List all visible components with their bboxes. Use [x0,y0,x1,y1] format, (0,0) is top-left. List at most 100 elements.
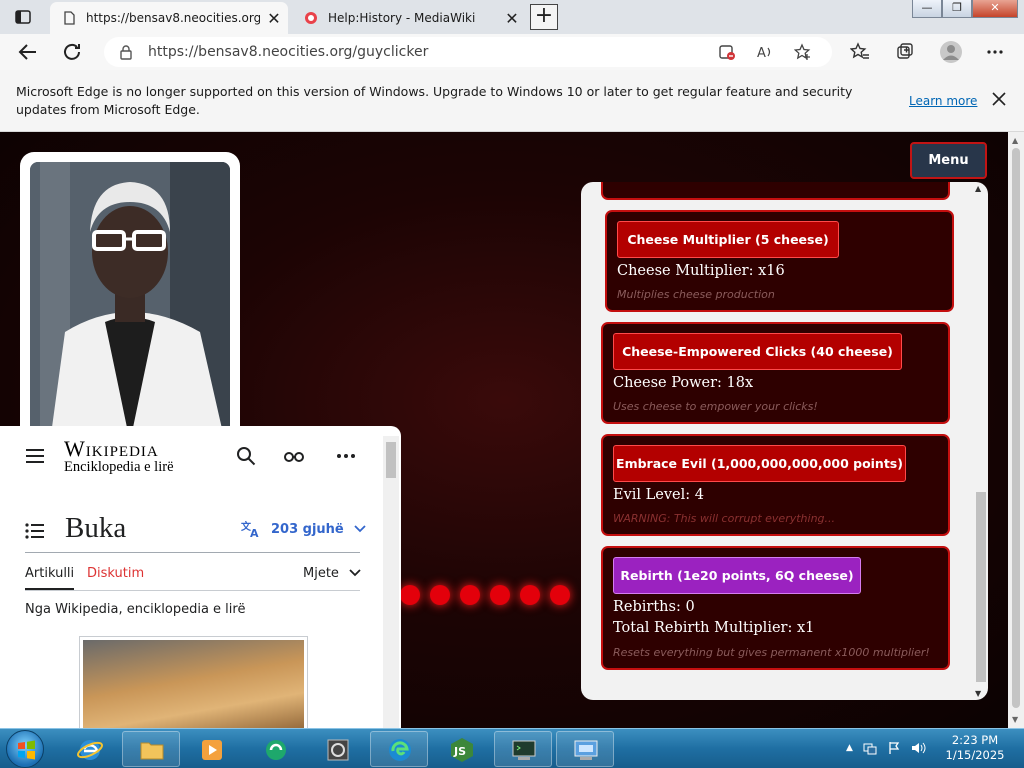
url-field[interactable]: https://bensav8.neocities.org/guyclicker… [104,37,832,67]
browser-tab-strip: https://bensav8.neocities.org/guyc ✕ Hel… [0,0,1024,34]
divider [25,552,360,553]
system-clock[interactable]: 2:23 PM 1/15/2025 [940,733,1010,763]
tab-guyclicker[interactable]: https://bensav8.neocities.org/guyc ✕ [50,2,288,34]
scrollbar-thumb[interactable] [1012,148,1020,708]
blocked-popup-icon[interactable] [718,43,736,61]
windows-logo-icon [18,740,35,760]
taskbar-internet-explorer[interactable] [60,731,118,767]
upgrade-card-rebirth: Rebirth (1e20 points, 6Q cheese) Rebirth… [601,546,950,670]
url-text: https://bensav8.neocities.org/guyclicker [148,44,429,60]
profile-avatar-icon[interactable] [939,40,963,64]
scroll-up-icon[interactable]: ▲ [1012,136,1018,145]
language-selector[interactable]: 文 A 203 gjuhë [241,520,367,538]
media-player-icon [202,740,222,760]
tab-mediawiki-history[interactable]: Help:History - MediaWiki ✕ [292,2,526,34]
red-dot [460,585,480,605]
scrollbar-thumb[interactable] [976,492,986,682]
embrace-evil-button[interactable]: Embrace Evil (1,000,000,000,000 points) [613,445,906,482]
scroll-down-icon[interactable]: ▼ [1012,715,1018,724]
reading-glasses-icon[interactable] [283,446,305,466]
favorites-icon[interactable] [850,42,870,62]
system-tray: ▲ [846,741,927,755]
upgrade-value: Cheese Multiplier: x16 [617,263,785,279]
guy-portrait-image[interactable] [30,162,230,442]
translate-icon: 文 A [241,520,259,538]
tab-close-icon[interactable]: ✕ [260,9,288,28]
red-dot [490,585,510,605]
action-center-flag-icon[interactable] [887,741,901,755]
cheese-empowered-clicks-button[interactable]: Cheese-Empowered Clicks (40 cheese) [613,333,902,370]
chevron-down-icon [349,569,361,577]
tab-actions-icon[interactable] [14,8,32,26]
taskbar-remote-desktop[interactable] [556,731,614,767]
close-icon[interactable] [990,90,1008,108]
tools-dropdown[interactable]: Mjete [303,566,363,581]
game-page: Menu Cheese Multiplier (5 cheese) Cheese… [0,132,1008,728]
close-window-button[interactable]: ✕ [972,0,1018,18]
wikipedia-tagline: Enciklopedia e lirë [64,459,174,475]
site-subtitle: Nga Wikipedia, enciklopedia e lirë [25,602,246,617]
red-dot [550,585,570,605]
article-title: Buka [65,512,127,544]
scrollbar-thumb[interactable] [386,442,396,478]
upgrades-scrollbar[interactable]: ▲ ▼ [974,184,986,698]
hamburger-menu-icon[interactable] [25,448,45,464]
table-of-contents-icon[interactable] [25,523,45,539]
article-image[interactable] [79,636,308,728]
collections-icon[interactable] [895,42,915,62]
javascript-icon: JS [451,738,473,762]
lock-icon[interactable] [118,44,134,60]
guy-portrait-card [20,152,240,452]
scroll-up-icon[interactable]: ▲ [975,184,981,193]
learn-more-link[interactable]: Learn more [909,94,977,108]
search-icon[interactable] [235,446,257,466]
tab-close-icon[interactable]: ✕ [498,9,526,28]
maximize-button[interactable]: ❐ [942,0,972,18]
taskbar-system-app[interactable] [308,731,366,767]
upgrade-description: Resets everything but gives permanent x1… [613,646,930,659]
clock-time: 2:23 PM [951,733,999,747]
divider [25,590,360,591]
red-dot [520,585,540,605]
new-tab-button[interactable]: + [530,4,558,30]
tab-title: https://bensav8.neocities.org/guyc [86,11,260,25]
tab-talk[interactable]: Diskutim [87,566,144,581]
tab-article[interactable]: Artikulli [25,566,74,581]
scroll-down-icon[interactable]: ▼ [975,689,981,698]
upgrades-list: Cheese Multiplier (5 cheese) Cheese Mult… [581,182,971,700]
network-icon[interactable] [863,741,877,755]
refresh-icon[interactable] [60,40,84,64]
upgrade-value: Cheese Power: 18x [613,375,754,391]
menu-button[interactable]: Menu [910,142,987,179]
more-options-icon[interactable] [335,446,357,466]
back-icon[interactable] [16,40,40,64]
upgrade-warning: WARNING: This will corrupt everything... [613,512,836,525]
progress-dots [400,585,570,605]
cheese-multiplier-button[interactable]: Cheese Multiplier (5 cheese) [617,221,839,258]
taskbar-terminal[interactable] [494,731,552,767]
taskbar-edge[interactable] [370,731,428,767]
add-favorite-icon[interactable] [794,43,812,61]
taskbar-file-explorer[interactable] [122,731,180,767]
wikipedia-logo[interactable]: Wikipedia Enciklopedia e lirë [64,436,174,476]
upgrades-panel: Cheese Multiplier (5 cheese) Cheese Mult… [581,182,988,700]
more-options-icon[interactable] [985,42,1005,62]
taskbar-app-green[interactable] [246,731,304,767]
terminal-icon [512,740,536,760]
start-button[interactable] [6,730,44,768]
rebirth-button[interactable]: Rebirth (1e20 points, 6Q cheese) [613,557,861,594]
minimize-button[interactable]: — [912,0,942,18]
upgrade-card-cheese-empowered-clicks: Cheese-Empowered Clicks (40 cheese) Chee… [601,322,950,424]
show-hidden-icons-icon[interactable]: ▲ [846,743,853,753]
bread-image [83,640,304,728]
page-icon [64,11,75,25]
page-scrollbar[interactable]: ▲ ▼ [1008,132,1024,728]
taskbar-node-js[interactable]: JS [432,731,490,767]
taskbar-media-player[interactable] [182,731,240,767]
green-app-icon [266,740,286,760]
wikipedia-scrollbar[interactable] [383,436,399,728]
read-aloud-icon[interactable]: A [756,43,774,61]
red-dot [430,585,450,605]
volume-icon[interactable] [911,741,927,755]
upgrade-card-cheese-multiplier: Cheese Multiplier (5 cheese) Cheese Mult… [605,210,954,312]
